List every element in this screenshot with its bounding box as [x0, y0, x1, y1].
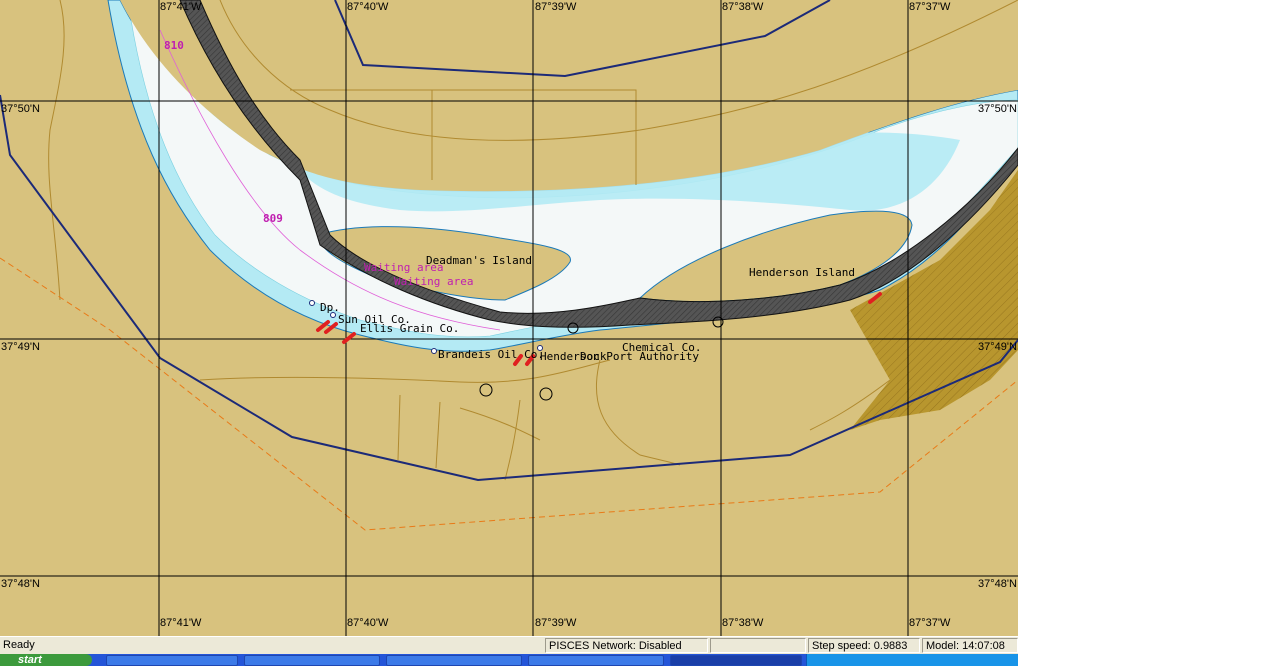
lon-label-bottom-2: 87°40'W [347, 617, 389, 629]
taskbar-button-2[interactable] [244, 655, 380, 666]
status-network: PISCES Network: Disabled [545, 638, 708, 653]
map-canvas[interactable] [0, 0, 1018, 636]
status-empty [710, 638, 806, 653]
lat-label-left-1: 37°50'N [1, 103, 40, 115]
label-brandeis-oil: Brandeis Oil Co. [438, 348, 544, 361]
lon-label-bottom-5: 87°37'W [909, 617, 951, 629]
label-henderson-island: Henderson Island [749, 266, 855, 279]
taskbar-button-4[interactable] [528, 655, 664, 666]
lat-label-right-1: 37°50'N [978, 103, 1017, 115]
label-ellis-grain: Ellis Grain Co. [360, 322, 460, 335]
system-tray[interactable] [806, 654, 1018, 666]
label-dock: Dock [580, 350, 607, 363]
lon-label-top-4: 87°38'W [722, 1, 764, 13]
lon-label-bottom-1: 87°41'W [160, 617, 202, 629]
lat-label-right-3: 37°48'N [978, 578, 1017, 590]
lat-label-right-2: 37°49'N [978, 341, 1017, 353]
label-waiting-area-2: Waiting area [394, 275, 474, 288]
label-dp: Dp. [320, 301, 340, 314]
lon-label-bottom-4: 87°38'W [722, 617, 764, 629]
river-mile-809: 809 [263, 212, 283, 225]
status-ready: Ready [3, 639, 35, 651]
lon-label-bottom-3: 87°39'W [535, 617, 577, 629]
lon-label-top-2: 87°40'W [347, 1, 389, 13]
lat-label-left-2: 37°49'N [1, 341, 40, 353]
lat-label-left-3: 37°48'N [1, 578, 40, 590]
label-port-authority: Henderson Port Authority [540, 350, 699, 363]
taskbar-button-5[interactable] [670, 655, 802, 666]
lon-label-top-3: 87°39'W [535, 1, 577, 13]
lon-label-top-5: 87°37'W [909, 1, 951, 13]
status-model-time: Model: 14:07:08 [922, 638, 1018, 653]
status-step-speed: Step speed: 0.9883 [808, 638, 920, 653]
status-bar: Ready PISCES Network: Disabled Step spee… [0, 636, 1018, 655]
lon-label-top-1: 87°41'W [160, 1, 202, 13]
river-mile-810: 810 [164, 39, 184, 52]
label-waiting-area-1: Waiting area [364, 261, 444, 274]
taskbar-button-1[interactable] [106, 655, 238, 666]
taskbar-button-3[interactable] [386, 655, 522, 666]
taskbar: start [0, 654, 1018, 666]
chart-map[interactable]: 87°41'W 87°40'W 87°39'W 87°38'W 87°37'W … [0, 0, 1018, 636]
start-button[interactable]: start [0, 654, 92, 666]
